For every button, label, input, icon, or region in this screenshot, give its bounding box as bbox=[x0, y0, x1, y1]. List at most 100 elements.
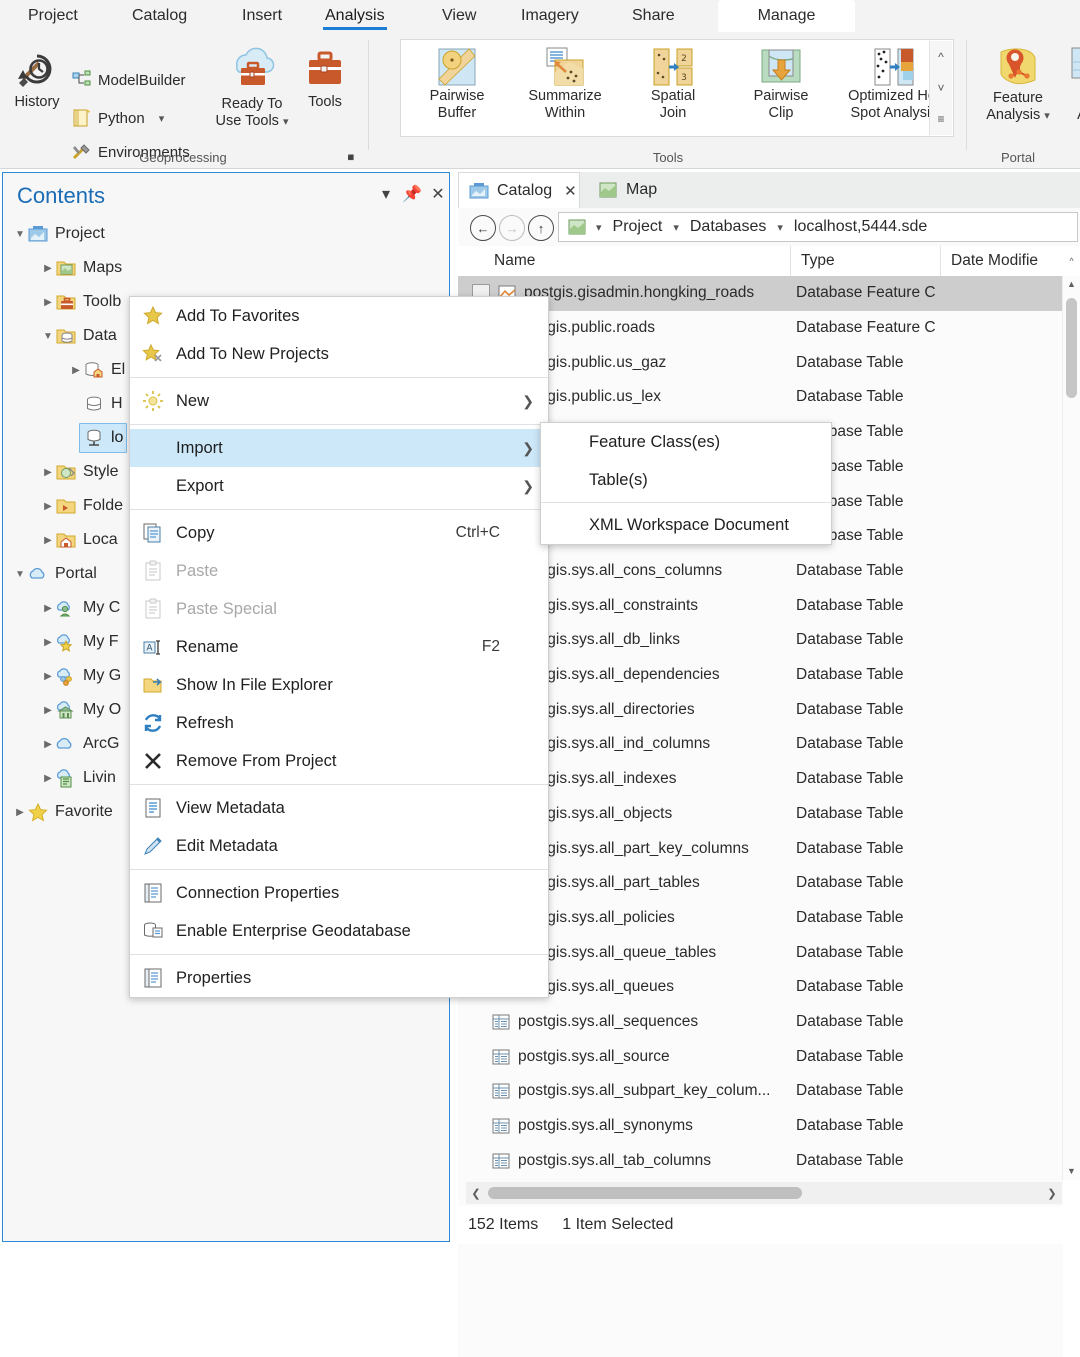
menu-item-view-metadata[interactable]: View Metadata bbox=[130, 789, 548, 827]
menu-item-add-to-favorites[interactable]: Add To Favorites bbox=[130, 297, 548, 335]
submenu-item-label: XML Workspace Document bbox=[589, 516, 789, 535]
menu-item-import[interactable]: Import ❯ bbox=[130, 429, 548, 467]
horizontal-scrollbar[interactable]: ❮ ❯ bbox=[466, 1182, 1062, 1204]
expander-right-icon[interactable]: ▶ bbox=[41, 773, 55, 784]
raster-analysis-button[interactable]: R An bbox=[1066, 42, 1080, 124]
menu-item-copy[interactable]: Copy Ctrl+C bbox=[130, 514, 548, 552]
breadcrumb-databases[interactable]: Databases bbox=[688, 218, 769, 236]
close-icon[interactable]: ✕ bbox=[427, 185, 449, 207]
expander-right-icon[interactable]: ▶ bbox=[69, 365, 83, 376]
ribbon-tab-manage[interactable]: Manage bbox=[718, 0, 855, 32]
submenu-item-feature-classes[interactable]: Feature Class(es) bbox=[541, 423, 831, 461]
ribbon-tab-catalog[interactable]: Catalog bbox=[120, 0, 199, 32]
menu-item-rename[interactable]: A Rename F2 bbox=[130, 628, 548, 666]
gallery-expand[interactable]: ≡ bbox=[929, 103, 952, 135]
chevron-down-icon[interactable]: ▾ bbox=[1044, 110, 1050, 122]
expander-right-icon[interactable]: ▶ bbox=[41, 535, 55, 546]
ribbon-tab-view[interactable]: View bbox=[430, 0, 488, 32]
expander-right-icon[interactable]: ▶ bbox=[41, 705, 55, 716]
tool-pairwise-buffer[interactable]: Pairwise Buffer bbox=[405, 46, 509, 122]
expander-right-icon[interactable]: ▶ bbox=[41, 671, 55, 682]
menu-item-export[interactable]: Export ❯ bbox=[130, 467, 548, 505]
column-header-name[interactable]: Name bbox=[458, 246, 790, 276]
submenu-item-tables[interactable]: Table(s) bbox=[541, 461, 831, 499]
table-row[interactable]: postgis.sys.all_tab_columns Database Tab… bbox=[458, 1144, 1063, 1179]
row-type: Database Feature C bbox=[796, 319, 936, 337]
column-header-type[interactable]: Type bbox=[790, 246, 940, 276]
close-icon[interactable]: ✕ bbox=[564, 182, 577, 200]
tree-item-maps[interactable]: ▶ Maps bbox=[3, 251, 449, 285]
menu-item-add-to-new-projects[interactable]: Add To New Projects bbox=[130, 335, 548, 373]
python-button[interactable]: Python ▾ bbox=[72, 108, 164, 128]
pin-icon[interactable]: 📌 bbox=[401, 185, 423, 207]
view-tab-catalog[interactable]: Catalog ✕ bbox=[458, 172, 580, 209]
tree-item-project[interactable]: ▼ Project bbox=[3, 217, 449, 251]
gallery-scroll-down[interactable]: ˅ bbox=[929, 72, 952, 103]
chevron-down-icon[interactable]: ▾ bbox=[159, 112, 165, 125]
table-row[interactable]: postgis.sys.all_subpart_key_colum... Dat… bbox=[458, 1074, 1063, 1109]
menu-item-connection-properties[interactable]: Connection Properties bbox=[130, 874, 548, 912]
gallery-scroll-up[interactable]: ^ bbox=[929, 41, 952, 72]
column-header-date-modified[interactable]: Date Modifie bbox=[940, 246, 1063, 276]
expander-right-icon[interactable]: ▶ bbox=[13, 807, 27, 818]
menu-item-edit-metadata[interactable]: Edit Metadata bbox=[130, 827, 548, 865]
breadcrumb-localhost[interactable]: localhost,5444.sde bbox=[792, 218, 929, 236]
ribbon-tab-insert[interactable]: Insert bbox=[230, 0, 294, 32]
view-tab-map[interactable]: Map bbox=[588, 172, 684, 208]
breadcrumb-root-icon[interactable] bbox=[567, 218, 587, 236]
table-row[interactable]: postgis.sys.all_source Database Table bbox=[458, 1039, 1063, 1074]
group-separator bbox=[368, 40, 369, 150]
expander-right-icon[interactable]: ▶ bbox=[41, 603, 55, 614]
expander-right-icon[interactable]: ▶ bbox=[41, 467, 55, 478]
hscrollbar-thumb[interactable] bbox=[488, 1187, 802, 1199]
submenu-item-xml-workspace-document[interactable]: XML Workspace Document bbox=[541, 506, 831, 544]
menu-item-remove-from-project[interactable]: Remove From Project bbox=[130, 742, 548, 780]
expander-down-icon[interactable]: ▼ bbox=[41, 331, 55, 342]
tool-spatial-join[interactable]: 2 3 Spatial Join bbox=[621, 46, 725, 122]
table-row[interactable]: postgis.sys.all_sequences Database Table bbox=[458, 1005, 1063, 1040]
scroll-down-icon[interactable]: ▼ bbox=[1063, 1163, 1080, 1180]
breadcrumb-caret-icon[interactable]: ▾ bbox=[587, 221, 611, 234]
expander-right-icon[interactable]: ▶ bbox=[41, 637, 55, 648]
modelbuilder-button[interactable]: ModelBuilder bbox=[72, 70, 186, 90]
scroll-right-icon[interactable]: ❯ bbox=[1042, 1187, 1062, 1200]
up-icon[interactable]: ↑ bbox=[528, 215, 554, 241]
tool-pairwise-clip[interactable]: Pairwise Clip bbox=[729, 46, 833, 122]
ribbon-tab-project[interactable]: Project bbox=[16, 0, 90, 32]
sort-ascending-icon[interactable]: ^ bbox=[1063, 246, 1080, 276]
scroll-up-icon[interactable]: ▲ bbox=[1063, 276, 1080, 293]
ribbon-tab-share[interactable]: Share bbox=[620, 0, 687, 32]
breadcrumb-caret-icon[interactable]: ▾ bbox=[664, 221, 688, 234]
chevron-down-icon[interactable]: ▾ bbox=[375, 185, 397, 207]
chevron-down-icon[interactable]: ▾ bbox=[283, 116, 289, 128]
python-label: Python bbox=[98, 110, 145, 127]
expander-right-icon[interactable]: ▶ bbox=[41, 297, 55, 308]
menu-item-enable-enterprise-geodatabase[interactable]: Enable Enterprise Geodatabase bbox=[130, 912, 548, 950]
back-icon[interactable]: ← bbox=[470, 215, 496, 241]
tool-summarize-within[interactable]: Summarize Within bbox=[513, 46, 617, 122]
expander-down-icon[interactable]: ▼ bbox=[13, 229, 27, 240]
forward-icon[interactable]: → bbox=[499, 215, 525, 241]
scrollbar-thumb[interactable] bbox=[1066, 298, 1077, 398]
chevron-right-icon: ❯ bbox=[522, 440, 534, 457]
ready-to-use-tools-button[interactable]: Ready To Use Tools ▾ bbox=[212, 44, 292, 131]
breadcrumb-project[interactable]: Project bbox=[611, 218, 665, 236]
expander-right-icon[interactable]: ▶ bbox=[41, 263, 55, 274]
geoprocessing-dialog-launcher[interactable]: ◾ bbox=[344, 151, 358, 164]
menu-item-properties[interactable]: Properties bbox=[130, 959, 548, 997]
feature-analysis-button[interactable]: Feature Analysis ▾ bbox=[970, 42, 1066, 125]
expander-down-icon[interactable]: ▼ bbox=[13, 569, 27, 580]
expander-right-icon[interactable]: ▶ bbox=[41, 501, 55, 512]
expander-right-icon[interactable]: ▶ bbox=[41, 739, 55, 750]
scroll-left-icon[interactable]: ❮ bbox=[466, 1187, 486, 1200]
ribbon-tab-imagery[interactable]: Imagery bbox=[509, 0, 591, 32]
vertical-scrollbar[interactable]: ▲ ▼ bbox=[1062, 276, 1080, 1180]
menu-item-new[interactable]: New ❯ bbox=[130, 382, 548, 420]
menu-item-refresh[interactable]: Refresh bbox=[130, 704, 548, 742]
history-button[interactable]: History bbox=[4, 46, 70, 111]
ribbon-tab-analysis[interactable]: Analysis bbox=[313, 0, 397, 32]
tools-button[interactable]: Tools bbox=[296, 46, 354, 111]
menu-item-show-in-file-explorer[interactable]: Show In File Explorer bbox=[130, 666, 548, 704]
breadcrumb-caret-icon[interactable]: ▾ bbox=[768, 221, 792, 234]
table-row[interactable]: postgis.sys.all_synonyms Database Table bbox=[458, 1109, 1063, 1144]
